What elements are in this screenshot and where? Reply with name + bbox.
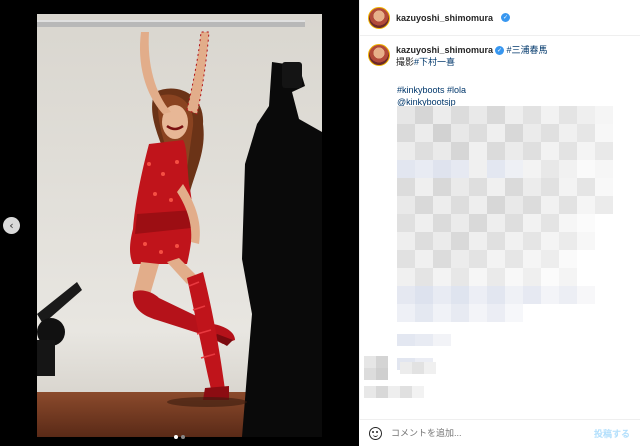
post-header: kazuyoshi_shimomura ✓ [360,0,640,36]
caption-text: 撮影 [396,57,415,67]
caption-username[interactable]: kazuyoshi_shimomura [396,45,493,55]
media-panel: ‹ [0,0,359,446]
verified-badge-icon: ✓ [501,13,511,22]
verified-badge-icon: ✓ [495,46,505,56]
carousel-dot [174,435,178,439]
hashtag-link[interactable]: #下村一喜 [414,57,455,67]
caption-area: kazuyoshi_shimomura ✓ #三浦春馬 撮影#下村一喜 #kink… [368,44,634,108]
instagram-post-modal: ‹ kazuyoshi_shimomura ✓ kazuyoshi_shimom… [0,0,640,446]
post-comment-button[interactable]: 投稿する [594,427,630,440]
carousel-dot [181,435,185,439]
post-photo [37,14,322,437]
comment-input[interactable] [391,428,594,438]
hashtag-link[interactable]: #三浦春馬 [507,45,548,55]
pixelated-comment-avatar [364,356,436,404]
avatar[interactable] [368,44,390,66]
avatar[interactable] [368,6,390,29]
chevron-left-icon: ‹ [9,219,14,232]
emoji-smile-icon[interactable] [369,426,382,440]
hashtag-links[interactable]: #kinkyboots #lola [397,84,634,96]
carousel-dots [0,435,359,439]
header-username[interactable]: kazuyoshi_shimomura [396,13,493,23]
carousel-prev-button[interactable]: ‹ [3,217,20,234]
comment-bar: 投稿する [359,419,640,446]
